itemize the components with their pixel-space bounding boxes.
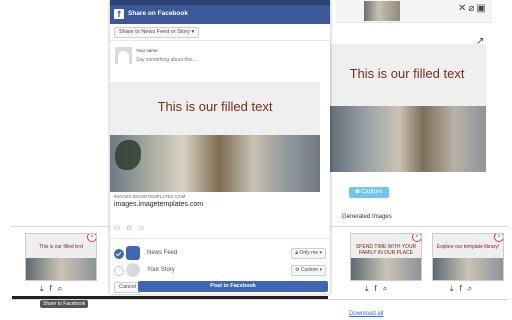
news-feed-label: News Feed [147, 250, 178, 256]
news-feed-audience-select[interactable]: 🔒︎ Only me ▾ [291, 248, 326, 259]
composer-input[interactable] [136, 57, 316, 63]
preview-photo [328, 106, 486, 172]
download-all-link[interactable]: Download all [349, 311, 383, 317]
image-photo [110, 135, 320, 192]
download-icon[interactable]: ⤓ [365, 284, 375, 293]
composer-tools: ⚇⊙☺ [114, 224, 151, 232]
your-name-label: Your name [136, 48, 158, 53]
zoom-icon[interactable]: ⌕ [383, 284, 393, 293]
plant-graphic [115, 140, 141, 170]
share-dialog: f Share on Facebook Share to News Feed o… [110, 0, 330, 294]
news-feed-icon [126, 246, 140, 260]
post-to-facebook-button[interactable]: Post to Facebook [138, 281, 328, 292]
card-photo [351, 258, 421, 280]
divider [110, 40, 330, 41]
dialog-title: Share on Facebook [128, 10, 188, 17]
capture-button[interactable]: ◙ Capture [349, 187, 389, 198]
capture-label: Capture [360, 189, 383, 195]
facebook-share-icon[interactable]: f [460, 284, 468, 293]
link-domain: images.imagetemplates.com [114, 201, 204, 208]
tooltip: Share to Facebook [40, 300, 89, 308]
card-actions: ⤓f⌕ [365, 284, 393, 294]
divider [110, 238, 330, 239]
remove-icon[interactable]: × [412, 234, 421, 242]
horizontal-scrollbar[interactable] [12, 296, 328, 299]
top-icons[interactable]: ✕⌀▣ [458, 3, 488, 14]
chevron-down-icon: ▾ [318, 267, 322, 273]
facebook-share-icon[interactable]: f [375, 284, 383, 293]
share-target-label: Share to News Feed or Story [119, 29, 190, 35]
download-icon[interactable]: ⤓ [450, 284, 460, 293]
zoom-icon[interactable]: ⌕ [468, 284, 478, 293]
remove-icon[interactable]: × [87, 234, 96, 242]
share-target-select[interactable]: Share to News Feed or Story ▾ [114, 27, 200, 38]
card-text: Explore our template library! [436, 244, 500, 250]
top-thumbnail[interactable] [364, 1, 400, 21]
zoom-icon[interactable]: ⌕ [58, 284, 68, 293]
preview-image: This is our filled text [328, 44, 486, 172]
your-story-checkbox[interactable] [114, 266, 124, 276]
link-preview-image: This is our filled text [110, 82, 320, 192]
generated-card[interactable]: SPEND TIME WITH YOUR FAMILY IN OUR PLACE… [350, 233, 422, 281]
download-icon[interactable]: ⤓ [40, 284, 50, 293]
dialog-header: f Share on Facebook [110, 0, 330, 24]
news-feed-row[interactable]: News Feed 🔒︎ Only me ▾ [110, 246, 330, 260]
news-feed-audience: Only me [299, 250, 319, 256]
location-icon[interactable]: ⊙ [126, 225, 138, 232]
image-text: This is our filled text [157, 99, 273, 114]
news-feed-checkbox[interactable] [114, 249, 124, 259]
close-icon[interactable]: ✕ [458, 3, 468, 14]
card-photo [433, 258, 503, 280]
lock-icon[interactable]: ▣ [476, 3, 487, 14]
chevron-down-icon: ▾ [191, 29, 195, 35]
your-story-audience: Custom [300, 267, 319, 273]
facebook-share-icon[interactable]: f [50, 284, 58, 293]
card-actions: ⤓f⌕ [450, 284, 478, 294]
your-story-label: Your Story [147, 267, 175, 273]
card-photo [26, 258, 96, 280]
avatar [115, 47, 132, 64]
generated-card[interactable]: Explore our template library! × [432, 233, 504, 281]
your-story-row[interactable]: Your Story ⚙ Custom ▾ [110, 263, 330, 277]
card-text: SPEND TIME WITH YOUR FAMILY IN OUR PLACE [355, 244, 417, 256]
card-text: This is our filled text [38, 244, 84, 250]
tag-people-icon[interactable]: ⚇ [114, 225, 126, 232]
generated-card[interactable]: This is our filled text × [25, 233, 97, 281]
facebook-logo-icon: f [114, 9, 124, 19]
emoji-icon[interactable]: ☺ [138, 225, 151, 232]
remove-icon[interactable]: × [494, 234, 503, 242]
story-avatar-icon [126, 263, 140, 277]
preview-text: This is our filled text [349, 66, 465, 81]
your-story-audience-select[interactable]: ⚙ Custom ▾ [290, 265, 326, 276]
generated-images-label: Generated Images [342, 214, 392, 220]
chevron-down-icon: ▾ [318, 250, 322, 256]
link-domain-caps: IMAGES.IMAGETEMPLATES.COM [114, 194, 186, 199]
card-actions: ⤓f⌕ [40, 284, 68, 294]
